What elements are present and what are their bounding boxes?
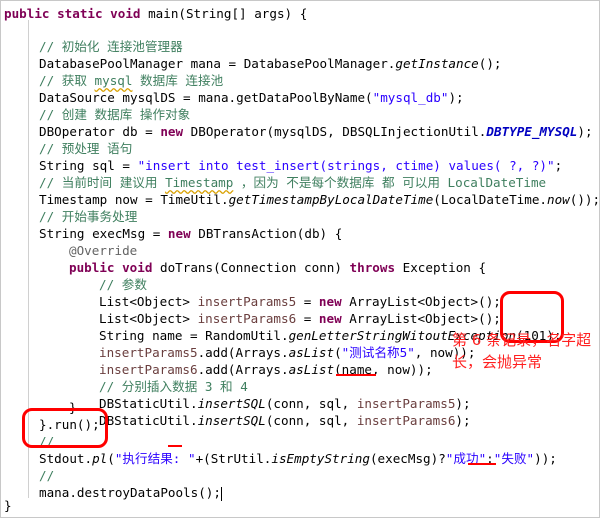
indent-guide: [28, 20, 29, 498]
code-line[interactable]: List<Object> insertParams6 = new ArrayLi…: [99, 310, 501, 327]
code-line[interactable]: DBOperator db = new DBOperator(mysqlDS, …: [39, 123, 593, 140]
code-line[interactable]: DBStaticUtil.insertSQL(conn, sql, insert…: [99, 395, 471, 412]
code-line-signature[interactable]: public static void main(String[] args) {: [4, 5, 307, 22]
comment-line[interactable]: // 获取 mysql 数据库 连接池: [39, 72, 223, 89]
code-line[interactable]: Stdout.pl("执行结果: "+(StrUtil.isEmptyStrin…: [39, 450, 557, 467]
code-line[interactable]: String sql = "insert into test_insert(st…: [39, 157, 562, 174]
code-line[interactable]: }.run();: [39, 416, 100, 433]
comment-line[interactable]: // 初始化 连接池管理器: [39, 38, 183, 55]
comment-line[interactable]: //: [39, 467, 54, 484]
code-editor: public static void main(String[] args) {…: [0, 0, 600, 518]
code-line[interactable]: }: [69, 399, 77, 416]
comment-line[interactable]: // 开始事务处理: [39, 208, 137, 225]
comment-line[interactable]: // 参数: [99, 276, 147, 293]
comment-line[interactable]: // 分别插入数据 3 和 4: [99, 378, 248, 395]
code-line[interactable]: mana.destroyDataPools();: [39, 484, 222, 501]
code-line[interactable]: DBStaticUtil.insertSQL(conn, sql, insert…: [99, 412, 471, 429]
comment-line[interactable]: // 预处理 语句: [39, 140, 132, 157]
code-line[interactable]: String execMsg = new DBTransAction(db) {: [39, 225, 342, 242]
code-line[interactable]: public void doTrans(Connection conn) thr…: [69, 259, 486, 276]
code-line[interactable]: DatabasePoolManager mana = DatabasePoolM…: [39, 55, 502, 72]
code-line[interactable]: DataSource mysqlDS = mana.getDataPoolByN…: [39, 89, 464, 106]
comment-line[interactable]: //: [39, 433, 54, 450]
code-line[interactable]: insertParams5.add(Arrays.asList("测试名称5",…: [99, 344, 475, 361]
code-line[interactable]: }: [4, 497, 12, 514]
annotation-note: 第 6 条记录，名字超长，会抛异常: [452, 331, 592, 371]
text-cursor: [220, 486, 222, 501]
code-line[interactable]: Timestamp now = TimeUtil.getTimestampByL…: [39, 191, 600, 208]
annotation-override[interactable]: @Override: [69, 242, 137, 259]
code-line[interactable]: List<Object> insertParams5 = new ArrayLi…: [99, 293, 501, 310]
code-line[interactable]: insertParams6.add(Arrays.asList(name, no…: [99, 361, 433, 378]
comment-line[interactable]: // 创建 数据库 操作对象: [39, 106, 190, 123]
comment-line[interactable]: // 当前时间 建议用 Timestamp ，因为 不是每个数据库 都 可以用 …: [39, 174, 546, 191]
